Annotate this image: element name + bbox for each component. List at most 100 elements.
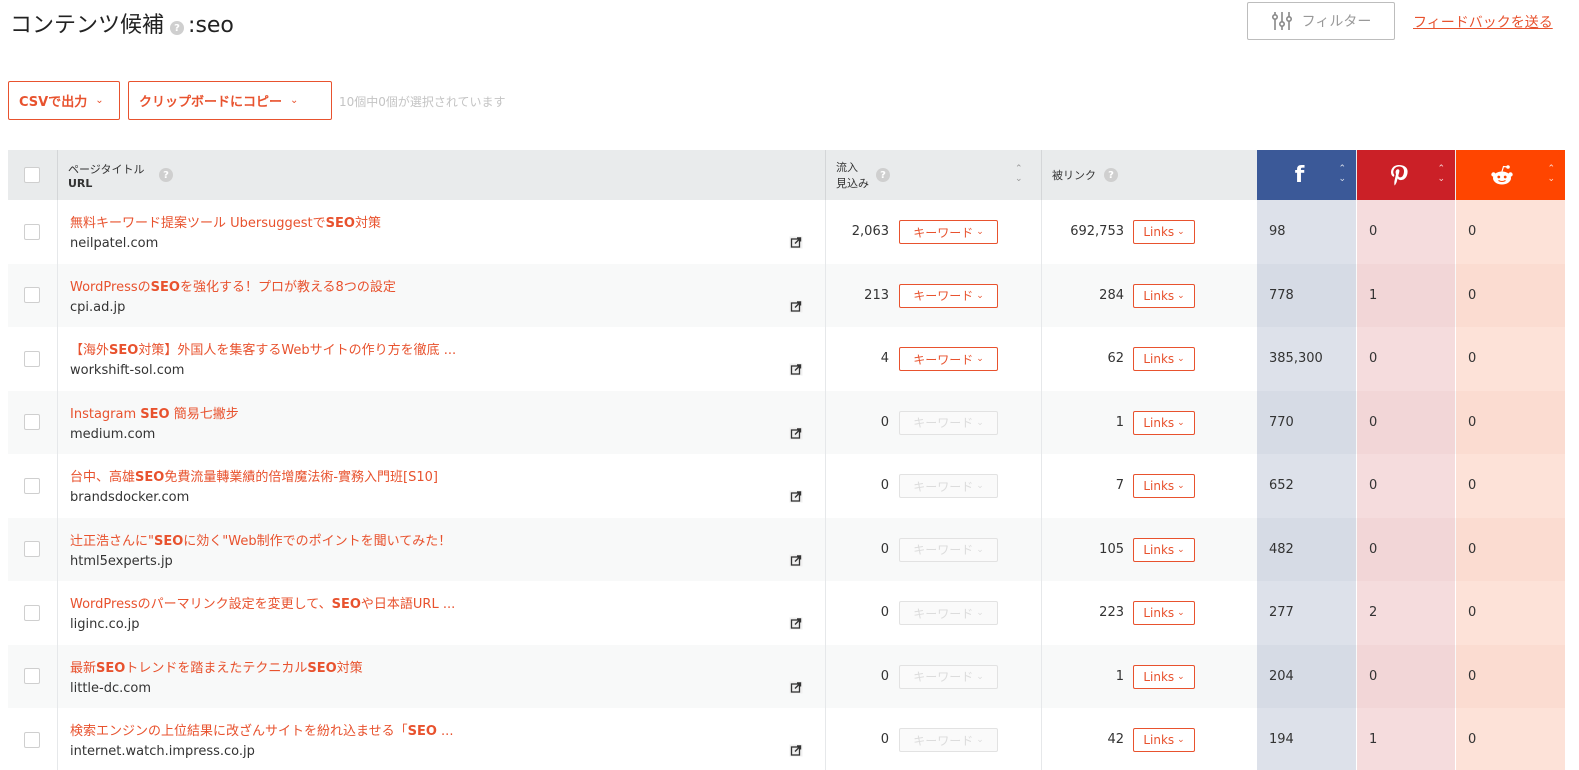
backlinks-value: 42 [1107, 732, 1124, 748]
external-link-icon[interactable] [789, 617, 803, 630]
facebook-shares: 482 [1257, 517, 1356, 581]
links-button[interactable]: Links ⌄ [1133, 474, 1195, 498]
keyword-button[interactable]: キーワード ⌄ [899, 283, 998, 308]
keyword-button[interactable]: キーワード ⌄ [899, 220, 998, 244]
row-select-cell [24, 264, 40, 328]
traffic-value: 0 [880, 541, 889, 557]
filter-label: フィルター [1301, 14, 1372, 30]
row-checkbox[interactable] [24, 287, 40, 304]
external-link-icon[interactable] [789, 236, 803, 249]
row-checkbox[interactable] [24, 604, 40, 621]
table-row: 【海外SEO対策】外国人を集客するWebサイトの作り方を徹底 ... works… [8, 327, 1565, 391]
page-title-link[interactable]: 辻正浩さんに"SEOに効く"Web制作でのポイントを聞いてみた！ [70, 530, 451, 549]
links-button[interactable]: Links ⌄ [1133, 537, 1195, 562]
links-button[interactable]: Links ⌄ [1133, 283, 1195, 308]
help-icon[interactable]: ? [170, 21, 185, 35]
pinterest-shares: 0 [1357, 644, 1455, 708]
links-button[interactable]: Links ⌄ [1133, 728, 1195, 752]
pinterest-shares: 0 [1357, 390, 1455, 454]
facebook-shares: 204 [1257, 644, 1356, 708]
page-title-link[interactable]: WordPressのパーマリンク設定を変更して、SEOや日本語URL ... [70, 593, 455, 612]
external-link-icon[interactable] [789, 554, 803, 567]
links-button-label: Links [1143, 225, 1175, 239]
pinterest-shares: 0 [1357, 327, 1455, 391]
links-button[interactable]: Links ⌄ [1133, 664, 1195, 689]
chevron-down-icon: ⌄ [1177, 481, 1185, 491]
links-button[interactable]: Links ⌄ [1133, 410, 1195, 435]
backlinks-value: 105 [1099, 541, 1124, 557]
chevron-down-icon: ⌄ [976, 671, 984, 682]
chevron-down-icon: ⌄ [976, 290, 984, 301]
sort-icon[interactable]: ⌃ ⌄ [1015, 164, 1023, 184]
header-reddit[interactable]: ⌃ ⌄ [1456, 150, 1565, 200]
external-link-icon[interactable] [789, 300, 803, 313]
chevron-down-icon: ⌄ [1177, 671, 1185, 682]
traffic-value: 4 [880, 351, 889, 367]
page-url: neilpatel.com [70, 236, 159, 251]
page-title: コンテンツ候補?:seo [10, 7, 234, 39]
keyword-button-label: キーワード [913, 733, 974, 748]
keyword-button[interactable]: キーワード ⌄ [899, 347, 998, 371]
copy-clipboard-button[interactable]: クリップボードにコピー ⌄ [128, 81, 332, 120]
row-select-cell [24, 454, 40, 518]
filter-button[interactable]: フィルター [1247, 2, 1395, 40]
page-url: liginc.co.jp [70, 617, 140, 632]
pinterest-icon [1391, 165, 1408, 186]
page-title-link[interactable]: 無料キーワード提案ツール UbersuggestでSEO対策 [70, 212, 381, 231]
select-all-checkbox[interactable] [24, 167, 40, 183]
chevron-down-icon: ⌄ [976, 417, 984, 428]
links-button[interactable]: Links ⌄ [1133, 601, 1195, 625]
sort-icon[interactable]: ⌃ ⌄ [1437, 164, 1445, 184]
external-link-icon[interactable] [789, 681, 803, 694]
header-page-title[interactable]: ページタイトル URL [68, 150, 145, 200]
help-icon[interactable]: ? [159, 168, 173, 182]
page-title-link[interactable]: 【海外SEO対策】外国人を集客するWebサイトの作り方を徹底 ... [70, 339, 456, 358]
keyword-button-label: キーワード [913, 289, 974, 303]
facebook-shares: 385,300 [1257, 327, 1356, 391]
traffic-value: 0 [880, 668, 889, 684]
row-checkbox[interactable] [24, 731, 40, 748]
page-title-link[interactable]: Instagram SEO 簡易七撇步 [70, 403, 239, 422]
feedback-link[interactable]: フィードバックを送る [1413, 12, 1553, 32]
backlinks-value: 62 [1107, 351, 1124, 367]
page-title-link[interactable]: 台中、高雄SEO免費流量轉業績的倍增魔法術-實務入門班[S10] [70, 466, 438, 485]
row-checkbox[interactable] [24, 477, 40, 494]
page-title-link[interactable]: 検索エンジンの上位結果に改ざんサイトを紛れ込ませる「SEO ... [70, 720, 453, 739]
help-icon[interactable]: ? [876, 168, 890, 182]
facebook-shares: 652 [1257, 454, 1356, 518]
sort-icon[interactable]: ⌃ ⌄ [1338, 164, 1346, 184]
external-link-icon[interactable] [789, 744, 803, 757]
keyword-button: キーワード ⌄ [899, 474, 998, 498]
traffic-value: 213 [864, 287, 889, 303]
links-button[interactable]: Links ⌄ [1133, 347, 1195, 371]
csv-export-button[interactable]: CSVで出力 ⌄ [8, 81, 120, 120]
header-traffic-line2: 見込み [836, 177, 869, 190]
row-checkbox[interactable] [24, 414, 40, 431]
header-pinterest[interactable]: ⌃ ⌄ [1357, 150, 1455, 200]
row-checkbox[interactable] [24, 668, 40, 685]
reddit-shares: 0 [1456, 454, 1565, 518]
header-traffic[interactable]: 流入 見込み [836, 150, 869, 200]
reddit-shares: 0 [1456, 200, 1565, 264]
traffic-value: 2,063 [851, 224, 889, 240]
row-checkbox[interactable] [24, 350, 40, 367]
links-button-label: Links [1143, 352, 1175, 366]
links-button[interactable]: Links ⌄ [1133, 220, 1195, 244]
help-icon[interactable]: ? [1104, 168, 1118, 182]
page-title-link[interactable]: 最新SEOトレンドを踏まえたテクニカルSEO対策 [70, 657, 363, 676]
header-facebook[interactable]: f ⌃ ⌄ [1257, 150, 1356, 200]
keyword-button-label: キーワード [913, 225, 974, 240]
chevron-down-icon: ⌄ [1177, 290, 1185, 301]
external-link-icon[interactable] [789, 490, 803, 503]
header-backlinks[interactable]: 被リンク ? [1052, 150, 1118, 200]
external-link-icon[interactable] [789, 427, 803, 440]
reddit-shares: 0 [1456, 708, 1565, 770]
keyword-button-label: キーワード [913, 543, 974, 557]
row-checkbox[interactable] [24, 541, 40, 558]
external-link-icon[interactable] [789, 363, 803, 376]
sliders-icon [1271, 12, 1292, 30]
row-checkbox[interactable] [24, 223, 40, 240]
table-header: ページタイトル URL ? 流入 見込み ? ⌃ ⌄ 被リンク ? f ⌃ ⌄ ⌃ ⌄ [8, 150, 1565, 200]
sort-icon[interactable]: ⌃ ⌄ [1547, 164, 1555, 184]
page-title-link[interactable]: WordPressのSEOを強化する！プロが教える8つの設定 [70, 276, 396, 295]
